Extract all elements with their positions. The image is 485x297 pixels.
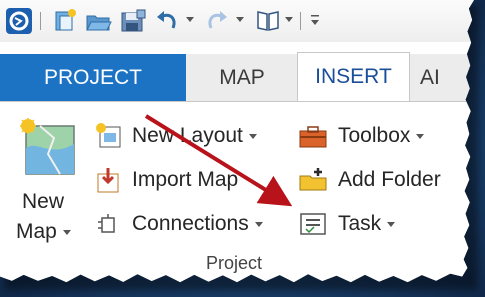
add-folder-icon bbox=[299, 168, 327, 191]
new-layout-icon bbox=[96, 123, 121, 148]
toolbox-button[interactable]: Toolbox bbox=[298, 122, 448, 152]
chevron-down-icon bbox=[387, 221, 396, 227]
toolbox-label-wrap: Toolbox bbox=[338, 124, 425, 148]
task-button[interactable]: Task bbox=[298, 210, 418, 240]
view-icon[interactable] bbox=[255, 8, 281, 34]
connections-button[interactable]: Connections bbox=[94, 210, 294, 240]
tab-insert[interactable]: INSERT bbox=[297, 52, 410, 103]
connections-icon bbox=[98, 214, 115, 233]
chevron-down-icon bbox=[62, 229, 71, 235]
view-dropdown-icon[interactable] bbox=[285, 17, 293, 22]
import-map-icon bbox=[97, 168, 119, 193]
tab-project[interactable]: PROJECT bbox=[0, 54, 186, 101]
new-layout-label: New Layout bbox=[132, 124, 243, 147]
toolbox-icon bbox=[299, 126, 327, 148]
connections-label: Connections bbox=[132, 212, 249, 235]
task-icon bbox=[300, 213, 326, 235]
qat-separator bbox=[40, 12, 41, 30]
new-layout-button[interactable]: New Layout bbox=[94, 122, 284, 152]
new-map-label-line1: New bbox=[22, 190, 65, 213]
redo-dropdown-icon[interactable] bbox=[236, 17, 244, 22]
new-map-label-line2: Map bbox=[16, 220, 71, 244]
toolbox-label: Toolbox bbox=[338, 124, 411, 147]
new-project-icon[interactable] bbox=[52, 8, 78, 34]
save-project-icon[interactable] bbox=[119, 8, 147, 34]
new-map-icon bbox=[20, 118, 75, 175]
chevron-down-icon bbox=[254, 221, 263, 227]
insert-ribbon: New Map New Layout Import Map Connection… bbox=[0, 101, 474, 283]
chevron-down-icon bbox=[416, 133, 425, 139]
redo-icon[interactable] bbox=[205, 8, 229, 34]
import-map-button[interactable]: Import Map bbox=[94, 166, 274, 196]
arcgis-pro-logo-icon[interactable] bbox=[6, 8, 32, 34]
task-label: Task bbox=[338, 212, 382, 235]
new-map-label: Map bbox=[16, 220, 57, 243]
open-project-icon[interactable] bbox=[85, 8, 113, 34]
tab-map[interactable]: MAP bbox=[192, 54, 292, 101]
quick-access-toolbar bbox=[0, 0, 474, 42]
group-label-project: Project bbox=[206, 253, 263, 273]
task-label-wrap: Task bbox=[338, 212, 396, 236]
chevron-down-icon bbox=[248, 133, 257, 139]
undo-icon[interactable] bbox=[155, 8, 179, 34]
undo-dropdown-icon[interactable] bbox=[186, 17, 194, 22]
add-folder-button[interactable]: Add Folder bbox=[298, 166, 458, 196]
screenshot-paper: PROJECT MAP INSERT AI New Map New Layout… bbox=[0, 0, 474, 283]
import-map-label: Import Map bbox=[132, 168, 239, 191]
new-map-button[interactable]: New Map bbox=[10, 116, 90, 256]
customize-icon[interactable] bbox=[308, 8, 322, 34]
new-layout-label-wrap: New Layout bbox=[132, 124, 257, 148]
connections-label-wrap: Connections bbox=[132, 212, 263, 236]
qat-separator bbox=[300, 12, 301, 30]
add-folder-label: Add Folder bbox=[338, 168, 441, 191]
ribbon-tab-strip: PROJECT MAP INSERT AI bbox=[0, 52, 474, 103]
